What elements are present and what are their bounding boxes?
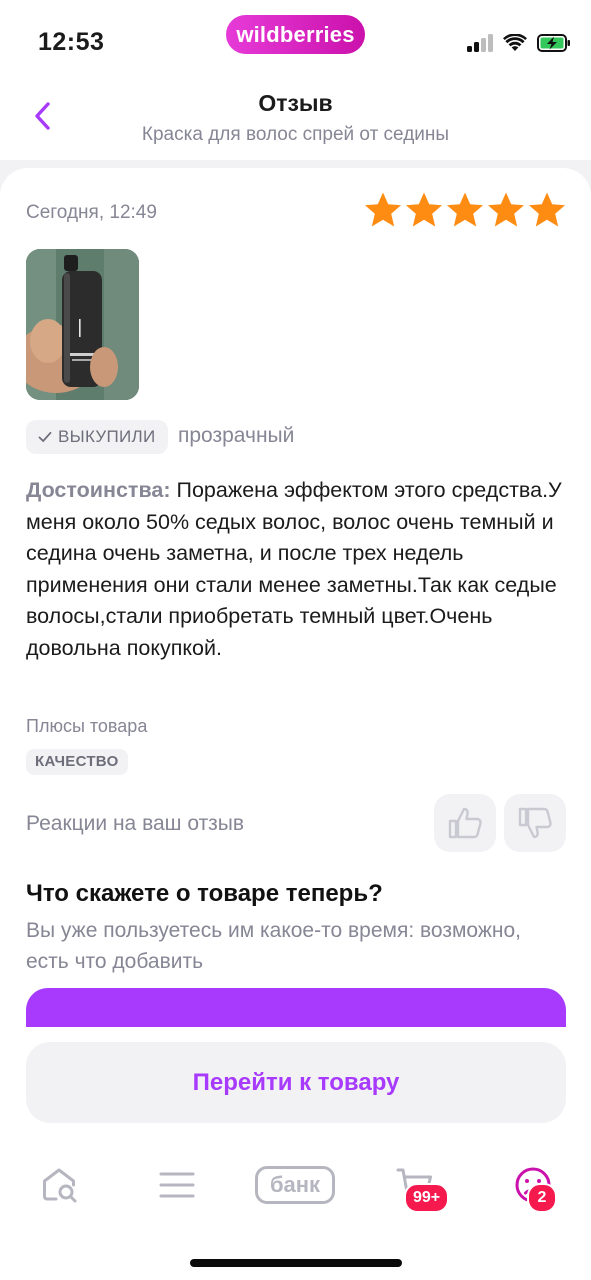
star-icon (529, 192, 565, 227)
home-indicator (190, 1259, 402, 1267)
status-icons (467, 32, 571, 54)
review-date: Сегодня, 12:49 (26, 202, 157, 223)
nav-catalog[interactable] (156, 1162, 198, 1208)
cta-subtitle: Вы уже пользуетесь им какое-то время: во… (26, 919, 522, 973)
menu-icon (159, 1172, 195, 1198)
star-icon (406, 192, 442, 227)
bottom-panel: Перейти к товару банк 99+ 2 (0, 1027, 591, 1280)
thumbs-down-icon (518, 807, 552, 839)
pros-tag: КАЧЕСТВО (26, 749, 128, 775)
page-title: Отзыв (258, 90, 333, 116)
cta-title: Что скажете о товаре теперь? (26, 880, 383, 907)
cart-count-badge: 99+ (404, 1183, 450, 1213)
battery-charging-icon (537, 34, 570, 52)
nav-bank[interactable]: банк (254, 1162, 336, 1208)
signal-icon (467, 34, 493, 52)
brand-logo: wildberries (226, 15, 365, 54)
nav-home[interactable] (38, 1162, 82, 1208)
bottom-nav: банк 99+ 2 (0, 1150, 591, 1220)
rating-stars (363, 190, 567, 230)
purchased-badge-label: ВЫКУПИЛИ (58, 427, 156, 446)
review-text: Достоинства: Поражена эффектом этого сре… (26, 475, 566, 664)
review-photo[interactable] (26, 249, 139, 400)
home-search-icon (43, 1168, 77, 1203)
like-button[interactable] (434, 794, 496, 852)
purchased-badge: ВЫКУПИЛИ (26, 420, 168, 454)
status-time: 12:53 (38, 28, 105, 56)
go-to-product-button[interactable]: Перейти к товару (26, 1042, 566, 1123)
bank-label: банк (255, 1166, 335, 1204)
reactions-label: Реакции на ваш отзыв (26, 812, 245, 835)
review-text-body: Поражена эффектом этого средства.У меня … (26, 478, 562, 660)
star-icon (488, 192, 524, 227)
product-variant: прозрачный (178, 424, 295, 447)
star-icon (447, 192, 483, 227)
check-icon (38, 431, 52, 442)
status-bar: 12:53 wildberries (0, 0, 591, 82)
wifi-icon (503, 34, 527, 51)
pros-title: Плюсы товара (26, 716, 148, 736)
product-photo-illustration (26, 249, 139, 400)
thumbs-up-icon (448, 807, 482, 839)
dislike-button[interactable] (504, 794, 566, 852)
review-text-label: Достоинства: (26, 478, 171, 502)
profile-notification-badge: 2 (527, 1183, 557, 1213)
product-name: Краска для волос спрей от седины (141, 124, 450, 145)
header: Отзыв Краска для волос спрей от седины (0, 82, 591, 160)
star-icon (365, 192, 401, 227)
